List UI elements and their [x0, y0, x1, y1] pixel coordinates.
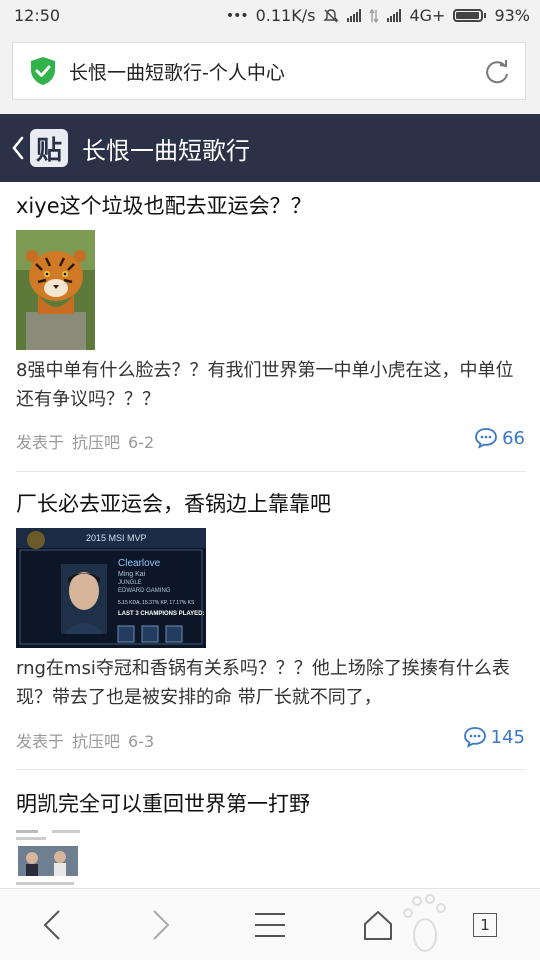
- more-dots: •••: [225, 7, 249, 24]
- post-title[interactable]: xiye这个垃圾也配去亚运会？？: [16, 190, 312, 220]
- status-bar: 12:50 ••• 0.11K/s 4G+ 93%: [0, 0, 540, 32]
- post-date: 6-2: [128, 433, 155, 452]
- post-date: 6-3: [128, 732, 155, 751]
- nav-forward-button[interactable]: [126, 889, 196, 961]
- app-header: 贴 长恨一曲短歌行: [0, 114, 540, 182]
- battery-percent: 93%: [494, 6, 530, 25]
- post-meta: 发表于 抗压吧 6-3: [16, 728, 154, 752]
- post-forum[interactable]: 抗压吧: [72, 732, 120, 751]
- image-player-role: JUNGLE: [118, 580, 142, 586]
- browser-bottom-nav: 1: [0, 888, 540, 960]
- back-arrow-icon[interactable]: [10, 134, 26, 162]
- post-meta-prefix: 发表于: [16, 732, 65, 751]
- comment-count[interactable]: 145: [463, 726, 525, 748]
- battery-icon: [453, 9, 487, 22]
- image-player-team: EDWARD GAMING: [118, 588, 171, 594]
- image-player-sub: Ming Kai: [118, 571, 146, 578]
- nav-menu-button[interactable]: [235, 889, 305, 961]
- post-image-tiger[interactable]: [16, 230, 95, 350]
- tab-count: 1: [473, 913, 497, 937]
- status-time: 12:50: [14, 6, 61, 25]
- back-icon: [43, 910, 60, 940]
- image-player-name: Clearlove: [118, 558, 161, 569]
- paw-watermark-icon: [403, 894, 446, 952]
- menu-icon: [255, 913, 285, 937]
- signal-icon-2: [387, 9, 402, 22]
- comment-count-value: 66: [502, 427, 525, 449]
- image-player-stats: 5.15 KDA, 15.37% KP, 17.17% KS: [118, 600, 195, 606]
- network-type: 4G+: [409, 6, 446, 25]
- post-image-msi-mvp[interactable]: 2015 MSI MVP Clearlove Ming Kai JUNGLE E…: [16, 528, 206, 648]
- tieba-logo[interactable]: 贴: [30, 129, 68, 167]
- image-caption-header: 2015 MSI MVP: [86, 533, 147, 543]
- image-champions-caption: LAST 3 CHAMPIONS PLAYED:: [118, 611, 205, 617]
- post-title[interactable]: 明凯完全可以重回世界第一打野: [16, 788, 310, 818]
- post-meta: 发表于 抗压吧 6-2: [16, 429, 154, 453]
- page-title: 长恨一曲短歌行: [82, 136, 250, 165]
- data-transfer-icon: [369, 8, 379, 23]
- post-item[interactable]: xiye这个垃圾也配去亚运会？？ 8强中单有什么脸去？？有我们世界第一中单小虎在…: [0, 182, 540, 472]
- post-body[interactable]: 8强中单有什么脸去？？有我们世界第一中单小虎在这，中单位还有争议吗？？？: [16, 356, 526, 414]
- forward-icon: [153, 910, 170, 940]
- comment-icon: [463, 727, 486, 748]
- mute-icon: [323, 8, 340, 22]
- reload-icon[interactable]: [483, 58, 511, 86]
- post-item[interactable]: 明凯完全可以重回世界第一打野: [0, 770, 540, 888]
- comment-count[interactable]: 66: [474, 427, 525, 449]
- comment-icon: [475, 428, 497, 449]
- browser-toolbar: 长恨一曲短歌行-个人中心: [0, 32, 540, 114]
- post-title[interactable]: 厂长必去亚运会，香锅边上靠靠吧: [16, 488, 331, 518]
- home-icon: [364, 911, 392, 940]
- post-item[interactable]: 厂长必去亚运会，香锅边上靠靠吧 2015 MSI MVP Clearlove M…: [0, 472, 540, 770]
- nav-back-button[interactable]: [17, 889, 87, 961]
- post-meta-prefix: 发表于: [16, 433, 65, 452]
- network-speed: 0.11K/s: [255, 6, 316, 25]
- post-feed: xiye这个垃圾也配去亚运会？？ 8强中单有什么脸去？？有我们世界第一中单小虎在…: [0, 182, 540, 888]
- page-url-title: 长恨一曲短歌行-个人中心: [69, 61, 285, 84]
- nav-tabs-button[interactable]: 1: [450, 889, 520, 961]
- comment-count-value: 145: [490, 726, 525, 748]
- post-image-screenshot[interactable]: [16, 828, 82, 888]
- post-body[interactable]: rng在msi夺冠和香锅有关系吗？？？他上场除了挨揍有什么表现？带去了也是被安排…: [16, 654, 526, 712]
- security-shield-icon: [29, 56, 57, 86]
- address-bar[interactable]: 长恨一曲短歌行-个人中心: [12, 42, 526, 100]
- status-indicators: ••• 0.11K/s 4G+ 93%: [226, 6, 530, 25]
- post-forum[interactable]: 抗压吧: [72, 433, 120, 452]
- signal-icon: [347, 9, 362, 22]
